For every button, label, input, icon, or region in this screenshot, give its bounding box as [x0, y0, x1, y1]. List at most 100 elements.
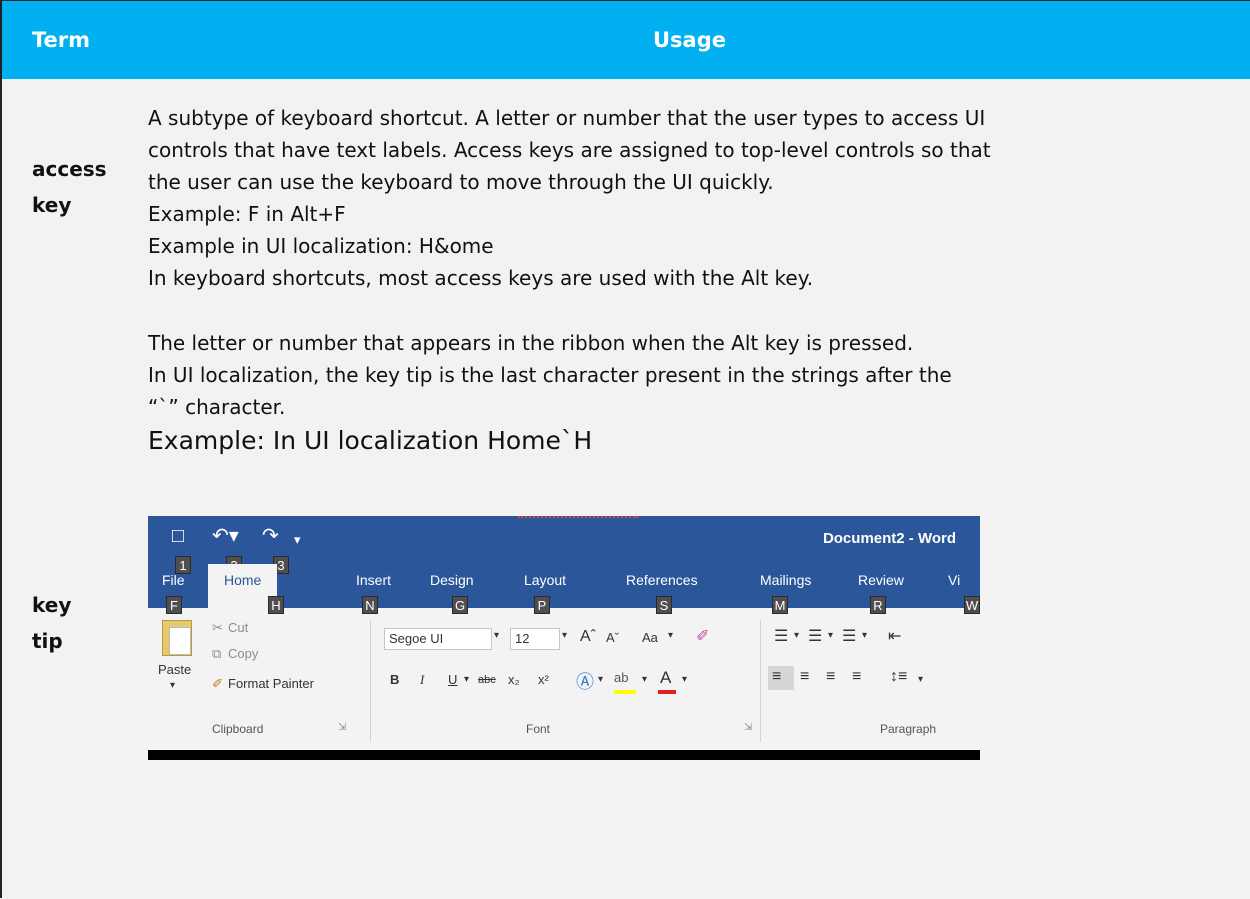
chevron-down-icon[interactable]: ▾: [170, 680, 175, 691]
ribbon-titlebar: □ ↶▾ ↷ ▾ 1 2 3 Document2 - Word File Hom…: [148, 516, 980, 608]
strikethrough-button[interactable]: abc: [478, 674, 496, 686]
term-key-tip: key tip: [32, 587, 71, 659]
tab-review[interactable]: Review: [858, 572, 904, 588]
usage-line: In keyboard shortcuts, most access keys …: [148, 266, 814, 290]
font-size-select[interactable]: 12: [510, 628, 560, 650]
term-line: key: [32, 193, 72, 217]
subscript-button[interactable]: x₂: [508, 672, 520, 687]
chevron-down-icon[interactable]: ▾: [794, 630, 799, 641]
scissors-icon: ✂: [212, 620, 223, 635]
undo-icon: ↶▾: [212, 525, 239, 547]
usage-line: A subtype of keyboard shortcut. A letter…: [148, 106, 986, 130]
keytip-badge: P: [534, 596, 550, 614]
chevron-down-icon[interactable]: ▾: [828, 630, 833, 641]
tab-layout[interactable]: Layout: [524, 572, 566, 588]
superscript-button[interactable]: x²: [538, 672, 549, 687]
chevron-down-icon[interactable]: ▾: [668, 630, 673, 641]
grow-font-icon[interactable]: Aˆ: [580, 628, 596, 646]
font-size-value: 12: [515, 631, 530, 646]
chevron-down-icon[interactable]: ▾: [918, 674, 923, 685]
paste-button[interactable]: Paste: [158, 662, 191, 677]
document-title: Document2 - Word: [822, 530, 956, 547]
justify-icon[interactable]: ≡: [852, 668, 861, 686]
italic-button[interactable]: I: [420, 672, 424, 688]
font-name-select[interactable]: Segoe UI: [384, 628, 492, 650]
font-color-swatch: [658, 690, 676, 694]
paragraph-group-label: Paragraph: [880, 722, 937, 736]
clear-formatting-icon[interactable]: ✐: [696, 626, 709, 646]
multilevel-list-icon[interactable]: ☰: [842, 626, 856, 646]
table-header: Term Usage: [2, 1, 1250, 79]
group-divider: [760, 620, 761, 742]
usage-line: The letter or number that appears in the…: [148, 331, 914, 355]
usage-line: Example in UI localization: H&ome: [148, 234, 494, 258]
format-painter-button[interactable]: Format Painter: [228, 676, 314, 691]
example-line: Example: In UI localization Home`H: [148, 426, 593, 455]
align-left-icon[interactable]: ≡: [772, 668, 781, 686]
tab-mailings[interactable]: Mailings: [760, 572, 811, 588]
header-term: Term: [32, 28, 91, 52]
underline-button[interactable]: U: [448, 672, 457, 687]
tab-view[interactable]: Vi: [948, 572, 960, 588]
align-center-icon[interactable]: ≡: [800, 668, 809, 686]
bold-button[interactable]: B: [390, 672, 399, 687]
usage-line: “`” character.: [148, 395, 286, 419]
keytip-badge: H: [268, 596, 284, 614]
dialog-launcher-icon[interactable]: ⇲: [338, 722, 346, 733]
text-effects-icon[interactable]: Ⓐ: [576, 668, 594, 694]
tab-design[interactable]: Design: [430, 572, 474, 588]
save-icon: □: [172, 525, 185, 547]
term-access-key: access key: [32, 151, 107, 223]
redo-icon: ↷: [262, 525, 279, 547]
tab-insert[interactable]: Insert: [356, 572, 391, 588]
chevron-down-icon[interactable]: ▾: [642, 674, 647, 685]
chevron-down-icon[interactable]: ▾: [862, 630, 867, 641]
paste-icon[interactable]: [162, 620, 192, 656]
term-line: tip: [32, 629, 63, 653]
chevron-down-icon[interactable]: ▾: [682, 674, 687, 685]
numbering-icon[interactable]: ☰: [808, 626, 822, 646]
screenshot-bottom-border: [148, 750, 980, 760]
shrink-font-icon[interactable]: Aˇ: [606, 630, 619, 645]
header-usage: Usage: [653, 28, 726, 52]
group-divider: [370, 620, 371, 742]
tab-references[interactable]: References: [626, 572, 698, 588]
chevron-down-icon[interactable]: ▾: [562, 630, 567, 641]
keytip-badge: N: [362, 596, 378, 614]
copy-icon: ⧉: [212, 646, 222, 661]
decrease-indent-icon[interactable]: ⇤: [888, 626, 901, 646]
usage-line: the user can use the keyboard to move th…: [148, 170, 774, 194]
font-color-icon[interactable]: A: [660, 668, 671, 688]
spellcheck-underline: [518, 516, 638, 518]
cut-button[interactable]: Cut: [228, 620, 248, 635]
chevron-down-icon[interactable]: ▾: [464, 674, 469, 685]
dialog-launcher-icon[interactable]: ⇲: [744, 722, 752, 733]
terminology-table: Term Usage access key A subtype of keybo…: [0, 0, 1250, 899]
copy-button[interactable]: Copy: [228, 646, 258, 661]
term-line: access: [32, 157, 107, 181]
chevron-down-icon[interactable]: ▾: [494, 630, 499, 641]
highlight-color-swatch: [614, 690, 636, 694]
change-case-button[interactable]: Aa: [642, 630, 658, 645]
chevron-down-icon[interactable]: ▾: [598, 674, 603, 685]
usage-access-key: A subtype of keyboard shortcut. A letter…: [148, 102, 1238, 294]
align-right-icon[interactable]: ≡: [826, 668, 835, 686]
keytip-badge: S: [656, 596, 672, 614]
font-group-label: Font: [526, 722, 551, 736]
term-line: key: [32, 593, 72, 617]
clipboard-group-label: Clipboard: [212, 722, 264, 736]
table-body: access key A subtype of keyboard shortcu…: [2, 79, 1250, 899]
line-spacing-icon[interactable]: ↕≡: [890, 668, 907, 686]
keytip-badge: F: [166, 596, 182, 614]
tab-home[interactable]: Home: [208, 564, 278, 608]
word-ribbon-screenshot: □ ↶▾ ↷ ▾ 1 2 3 Document2 - Word File Hom…: [148, 516, 980, 770]
bullets-icon[interactable]: ☰: [774, 626, 788, 646]
font-name-value: Segoe UI: [389, 631, 444, 646]
tab-file[interactable]: File: [162, 572, 185, 588]
keytip-badge: R: [870, 596, 886, 614]
highlight-icon[interactable]: ab: [614, 670, 628, 685]
keytip-badge: G: [452, 596, 468, 614]
usage-line: controls that have text labels. Access k…: [148, 138, 991, 162]
paintbrush-icon: ✐: [212, 676, 223, 691]
customize-qat-icon: ▾: [294, 532, 301, 547]
